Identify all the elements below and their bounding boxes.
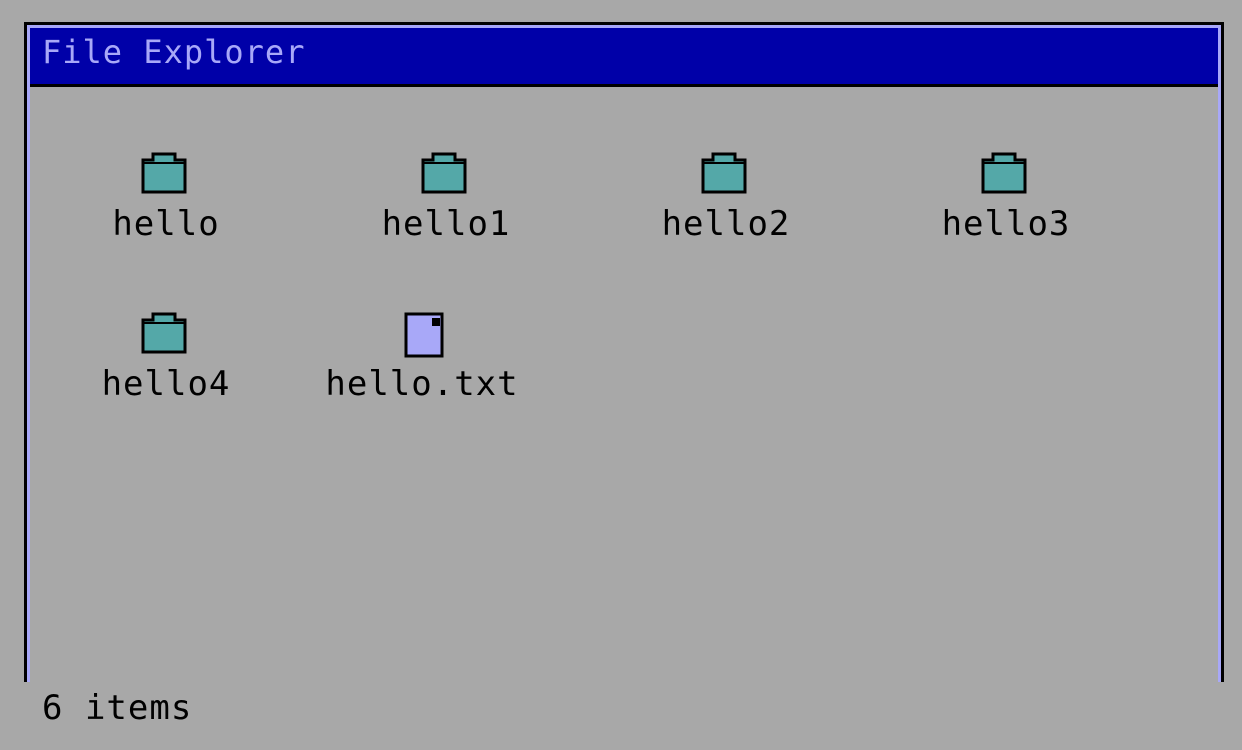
- folder-icon: [141, 152, 187, 194]
- folder-icon: [421, 152, 467, 194]
- window-frame: File Explorer hello hello1 hello2 hello3…: [27, 25, 1221, 682]
- item-label: hello3: [941, 204, 1071, 244]
- folder-item-hello[interactable]: hello: [56, 152, 276, 262]
- folder-icon: [701, 152, 747, 194]
- file-explorer-window: File Explorer hello hello1 hello2 hello3…: [24, 22, 1224, 682]
- folder-icon: [141, 312, 187, 354]
- status-bar-text: 6 items: [42, 688, 193, 728]
- item-label: hello.txt: [325, 364, 519, 404]
- item-label: hello: [112, 204, 220, 244]
- folder-item-hello2[interactable]: hello2: [616, 152, 836, 262]
- folder-item-hello3[interactable]: hello3: [896, 152, 1116, 262]
- item-label: hello2: [661, 204, 791, 244]
- folder-item-hello1[interactable]: hello1: [336, 152, 556, 262]
- window-title: File Explorer: [42, 33, 306, 71]
- folder-icon: [981, 152, 1027, 194]
- file-item-hello-txt[interactable]: hello.txt: [312, 312, 532, 422]
- item-label: hello4: [101, 364, 231, 404]
- item-label: hello1: [381, 204, 511, 244]
- title-bar[interactable]: File Explorer: [30, 28, 1218, 87]
- folder-item-hello4[interactable]: hello4: [56, 312, 276, 422]
- text-file-icon: [404, 312, 444, 358]
